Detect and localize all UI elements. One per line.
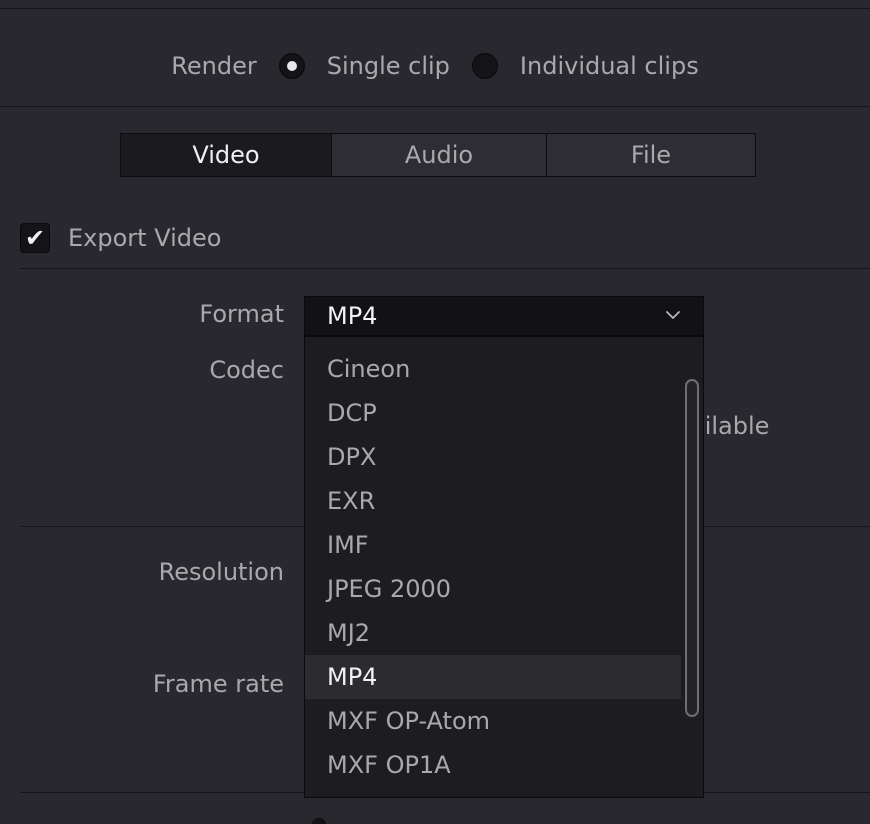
format-label: Format [199,300,284,328]
format-dropdown-list[interactable]: Cineon DCP DPX EXR IMF JPEG 2000 MJ2 MP4… [304,336,704,798]
resolution-label: Resolution [158,558,284,586]
tab-file[interactable]: File [547,134,755,176]
dropdown-scrollbar[interactable] [685,379,699,717]
format-option-cineon[interactable]: Cineon [305,347,681,391]
chevron-down-icon [666,311,680,319]
codec-label: Codec [209,356,284,384]
format-option-exr[interactable]: EXR [305,479,681,523]
format-select-value: MP4 [327,302,378,330]
format-option-mxf-op1a[interactable]: MXF OP1A [305,743,681,787]
divider [0,106,870,107]
divider [20,268,870,269]
render-mode-row: Render Single clip Individual clips [0,44,870,88]
individual-clips-label[interactable]: Individual clips [520,52,699,80]
settings-tabs: Video Audio File [120,133,756,177]
checkmark-icon: ✔ [24,224,46,252]
export-video-row: ✔ Export Video [20,220,221,256]
format-option-mp4[interactable]: MP4 [305,655,681,699]
export-video-label[interactable]: Export Video [68,224,221,252]
format-option-jpeg-2000[interactable]: JPEG 2000 [305,567,681,611]
partial-radio[interactable] [312,818,326,824]
export-video-checkbox[interactable]: ✔ [20,223,50,253]
format-option-dcp[interactable]: DCP [305,391,681,435]
single-clip-label[interactable]: Single clip [327,52,450,80]
individual-clips-radio[interactable] [471,53,498,79]
format-select[interactable]: MP4 [304,296,704,336]
frame-rate-label: Frame rate [152,670,284,698]
format-option-mxf-op-atom[interactable]: MXF OP-Atom [305,699,681,743]
single-clip-radio[interactable] [278,53,305,79]
tab-video[interactable]: Video [121,134,332,176]
radio-selected-dot [286,61,297,71]
divider [0,8,870,9]
render-label: Render [171,52,257,80]
tab-audio[interactable]: Audio [332,134,547,176]
render-settings-panel: Render Single clip Individual clips Vide… [0,0,870,824]
format-option-dpx[interactable]: DPX [305,435,681,479]
format-option-imf[interactable]: IMF [305,523,681,567]
format-option-mj2[interactable]: MJ2 [305,611,681,655]
